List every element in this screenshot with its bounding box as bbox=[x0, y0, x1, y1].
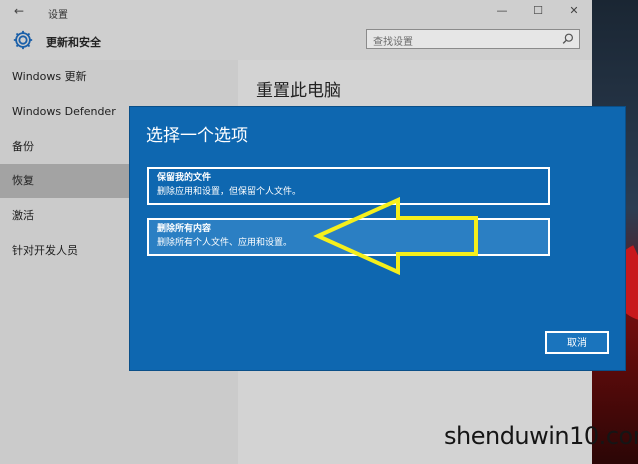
search-box[interactable] bbox=[366, 29, 580, 52]
watermark: shenduwin10.com bbox=[444, 422, 638, 450]
dialog-title: 选择一个选项 bbox=[146, 126, 248, 146]
sidebar-item-windows-update[interactable]: Windows 更新 bbox=[0, 60, 238, 94]
window-controls: — ☐ ✕ bbox=[484, 0, 592, 24]
app-name: 设置 bbox=[48, 10, 68, 21]
maximize-button[interactable]: ☐ bbox=[520, 0, 556, 24]
search-input[interactable] bbox=[367, 33, 567, 52]
option-title: 保留我的文件 bbox=[157, 173, 212, 183]
settings-header: 更新和安全 bbox=[0, 24, 592, 60]
search-icon[interactable] bbox=[561, 32, 575, 46]
minimize-button[interactable]: — bbox=[484, 0, 520, 24]
annotation-arrow-icon bbox=[313, 196, 478, 276]
gear-icon bbox=[13, 30, 33, 50]
title-bar: ← 设置 — ☐ ✕ bbox=[0, 0, 592, 24]
section-title: 更新和安全 bbox=[46, 36, 101, 49]
back-arrow-icon[interactable]: ← bbox=[14, 4, 24, 18]
page-title: 重置此电脑 bbox=[256, 81, 341, 101]
close-button[interactable]: ✕ bbox=[556, 0, 592, 24]
cancel-button[interactable]: 取消 bbox=[545, 331, 609, 354]
